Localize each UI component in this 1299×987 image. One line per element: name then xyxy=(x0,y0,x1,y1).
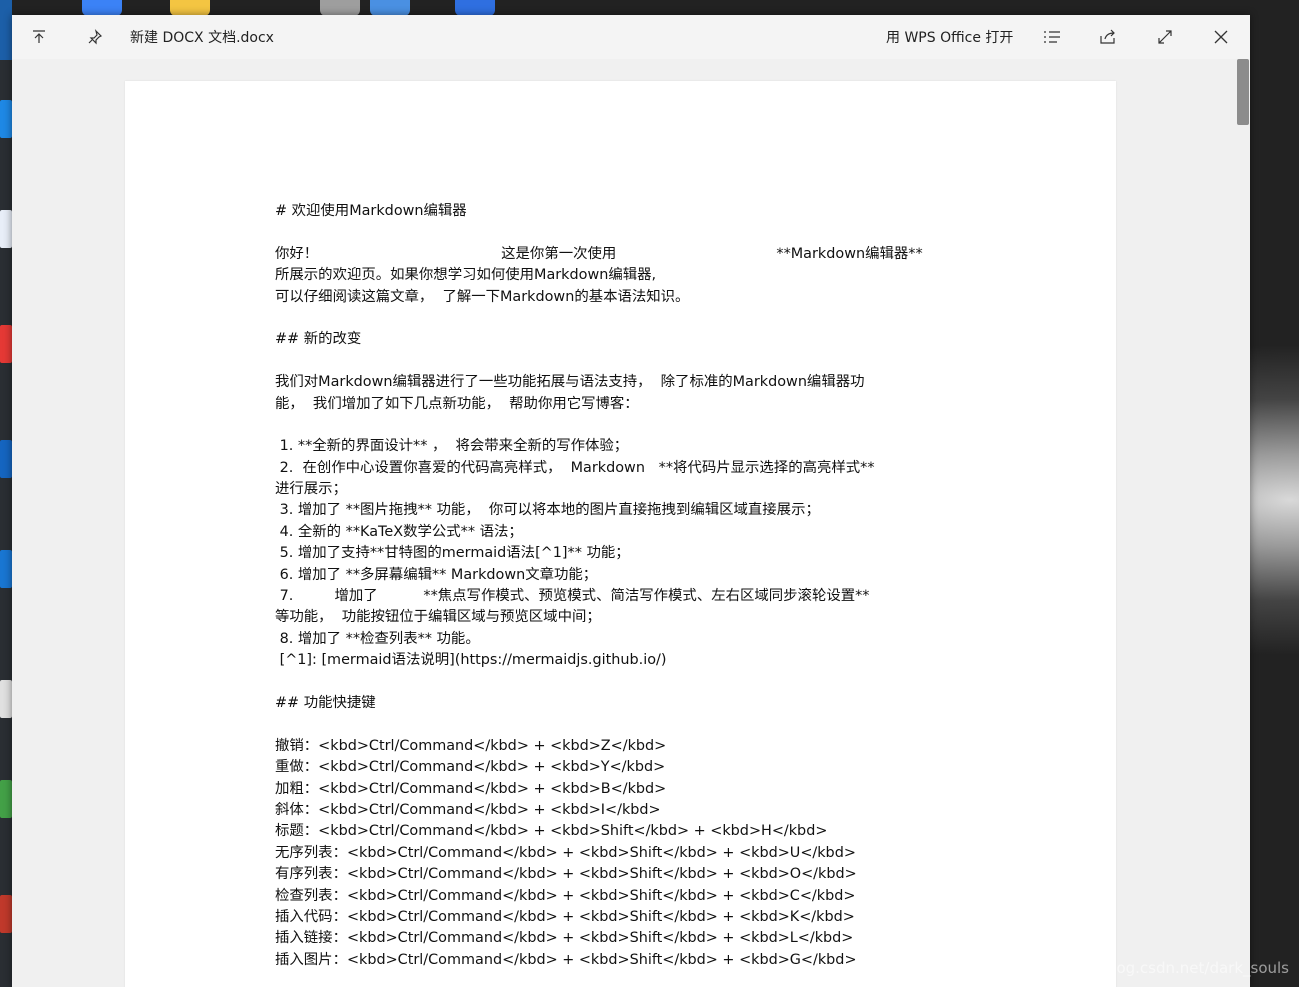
document-line: 无序列表：<kbd>Ctrl/Command</kbd> + <kbd>Shif… xyxy=(275,844,856,861)
desktop-icons-column xyxy=(0,0,12,987)
document-line: 加粗：<kbd>Ctrl/Command</kbd> + <kbd>B</kbd… xyxy=(275,780,667,797)
document-line: 2. 在创作中心设置你喜爱的代码高亮样式， Markdown **将代码片显示选… xyxy=(275,459,875,476)
desktop-shortcut-icon[interactable] xyxy=(0,680,12,718)
document-body: # 欢迎使用Markdown编辑器你好！ 这是你第一次使用 **Markdown… xyxy=(275,201,975,971)
arrow-up-icon xyxy=(31,29,47,45)
document-line: 所展示的欢迎页。如果你想学习如何使用Markdown编辑器, xyxy=(275,267,657,284)
desktop-shortcut-icon[interactable] xyxy=(170,0,210,16)
document-line: 7. 增加了 **焦点写作模式、预览模式、简洁写作模式、左右区域同步滚轮设置** xyxy=(275,588,870,605)
document-line: 5. 增加了支持**甘特图的mermaid语法[^1]** 功能； xyxy=(275,545,630,562)
desktop-top-icons xyxy=(70,0,590,16)
desktop-shortcut-icon[interactable] xyxy=(0,780,12,818)
pin-icon xyxy=(87,29,103,45)
document-line: 6. 增加了 **多屏幕编辑** Markdown文章功能； xyxy=(275,566,598,583)
document-line: ## 新的改变 xyxy=(275,331,362,348)
document-line: 可以仔细阅读这篇文章， 了解一下Markdown的基本语法知识。 xyxy=(275,288,690,305)
share-icon xyxy=(1099,29,1117,45)
desktop-shortcut-icon[interactable] xyxy=(0,325,12,363)
desktop-shortcut-icon[interactable] xyxy=(455,0,495,16)
close-button[interactable] xyxy=(1198,15,1244,59)
desktop-shortcut-icon[interactable] xyxy=(0,895,12,933)
list-button[interactable] xyxy=(1029,15,1075,59)
desktop-shortcut-icon[interactable] xyxy=(0,550,12,588)
vertical-scrollbar[interactable] xyxy=(1235,59,1249,987)
document-line: 斜体：<kbd>Ctrl/Command</kbd> + <kbd>I</kbd… xyxy=(275,801,661,818)
desktop-shortcut-icon[interactable] xyxy=(0,100,12,138)
document-line: 插入链接：<kbd>Ctrl/Command</kbd> + <kbd>Shif… xyxy=(275,930,854,947)
document-line: 插入图片：<kbd>Ctrl/Command</kbd> + <kbd>Shif… xyxy=(275,951,857,968)
scrollbar-thumb[interactable] xyxy=(1237,59,1249,125)
document-line: 插入代码：<kbd>Ctrl/Command</kbd> + <kbd>Shif… xyxy=(275,908,855,925)
document-line: 能， 我们增加了如下几点新功能， 帮助你用它写博客： xyxy=(275,395,639,412)
desktop-shortcut-icon[interactable] xyxy=(0,440,12,478)
document-page: # 欢迎使用Markdown编辑器你好！ 这是你第一次使用 **Markdown… xyxy=(125,81,1116,987)
document-line: 检查列表：<kbd>Ctrl/Command</kbd> + <kbd>Shif… xyxy=(275,887,856,904)
desktop-shortcut-icon[interactable] xyxy=(82,0,122,16)
fullscreen-icon xyxy=(1157,29,1173,45)
document-line: 撤销：<kbd>Ctrl/Command</kbd> + <kbd>Z</kbd… xyxy=(275,737,667,754)
document-line: 等功能， 功能按钮位于编辑区域与预览区域中间； xyxy=(275,609,601,626)
document-line: 我们对Markdown编辑器进行了一些功能拓展与语法支持， 除了标准的Markd… xyxy=(275,374,865,391)
share-button[interactable] xyxy=(1085,15,1131,59)
open-with-wps-button[interactable]: 用 WPS Office 打开 xyxy=(886,27,1013,47)
document-line: 有序列表：<kbd>Ctrl/Command</kbd> + <kbd>Shif… xyxy=(275,866,857,883)
document-line: 重做：<kbd>Ctrl/Command</kbd> + <kbd>Y</kbd… xyxy=(275,759,666,776)
document-line: 进行展示； xyxy=(275,481,347,498)
desktop-shortcut-icon[interactable] xyxy=(370,0,410,16)
move-up-button[interactable] xyxy=(16,15,62,59)
document-line: # 欢迎使用Markdown编辑器 xyxy=(275,203,467,219)
document-preview-area[interactable]: # 欢迎使用Markdown编辑器你好！ 这是你第一次使用 **Markdown… xyxy=(12,59,1250,987)
desktop-shortcut-icon[interactable] xyxy=(320,0,360,16)
document-line: ## 功能快捷键 xyxy=(275,694,376,711)
document-line: [^1]: [mermaid语法说明](https://mermaidjs.gi… xyxy=(275,652,667,669)
document-viewer-window: 新建 DOCX 文档.docx 用 WPS Office 打开 # 欢迎使用Ma… xyxy=(12,15,1250,987)
document-line: 8. 增加了 **检查列表** 功能。 xyxy=(275,630,480,647)
document-line: 标题：<kbd>Ctrl/Command</kbd> + <kbd>Shift<… xyxy=(275,823,828,840)
close-icon xyxy=(1213,29,1229,45)
title-bar: 新建 DOCX 文档.docx 用 WPS Office 打开 xyxy=(12,15,1250,59)
document-line: 1. **全新的界面设计** ， 将会带来全新的写作体验； xyxy=(275,438,629,455)
document-line: 你好！ 这是你第一次使用 **Markdown编辑器** xyxy=(275,245,923,262)
document-title: 新建 DOCX 文档.docx xyxy=(130,30,274,46)
pin-button[interactable] xyxy=(72,15,118,59)
list-icon xyxy=(1043,29,1061,45)
fullscreen-button[interactable] xyxy=(1142,15,1188,59)
desktop-shortcut-icon[interactable] xyxy=(0,210,12,248)
document-line: 4. 全新的 **KaTeX数学公式** 语法； xyxy=(275,523,523,540)
watermark-text: https://blog.csdn.net/dark_souls xyxy=(1049,959,1289,977)
document-line: 3. 增加了 **图片拖拽** 功能， 你可以将本地的图片直接拖拽到编辑区域直接… xyxy=(275,502,820,519)
